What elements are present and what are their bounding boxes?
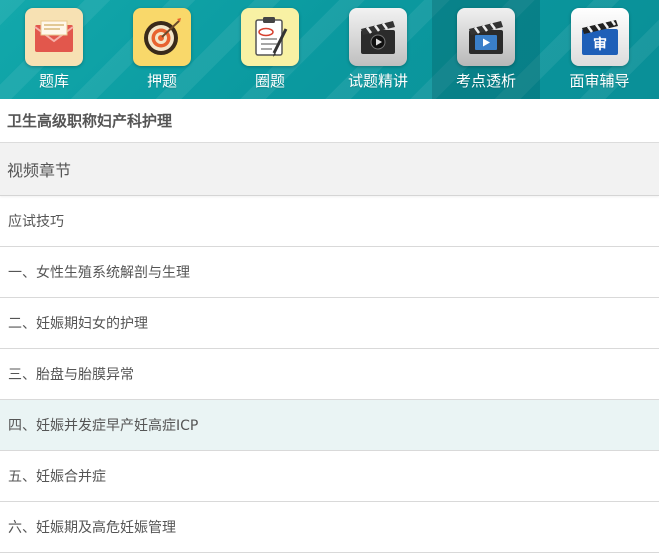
nav-list: 题库 押题 圈题 试题精讲 考点透析 审 面审辅导: [0, 0, 659, 99]
section-header-video-chapters: 视频章节: [0, 143, 659, 196]
target-icon: [133, 8, 191, 66]
chapter-item-exam-skills[interactable]: 应试技巧: [0, 196, 659, 247]
nav-label: 面审辅导: [569, 72, 630, 90]
chapter-item-5[interactable]: 五、妊娠合并症: [0, 451, 659, 502]
chapter-item-6[interactable]: 六、妊娠期及高危妊娠管理: [0, 502, 659, 553]
nav-label: 圈题: [254, 72, 285, 90]
chapter-item-2[interactable]: 二、妊娠期妇女的护理: [0, 298, 659, 349]
top-navigation-bar: 题库 押题 圈题 试题精讲 考点透析 审 面审辅导: [0, 0, 659, 99]
envelope-icon: [25, 8, 83, 66]
chapter-item-1[interactable]: 一、女性生殖系统解剖与生理: [0, 247, 659, 298]
course-title: 卫生高级职称妇产科护理: [0, 99, 659, 143]
nav-label: 题库: [38, 72, 69, 90]
nav-item-question-bank[interactable]: 题库: [0, 0, 108, 99]
chapter-item-4[interactable]: 四、妊娠并发症早产妊高症ICP: [0, 400, 659, 451]
nav-item-circled-questions[interactable]: 圈题: [216, 0, 324, 99]
video-clapper-icon: [457, 8, 515, 66]
chapter-list: 应试技巧 一、女性生殖系统解剖与生理 二、妊娠期妇女的护理 三、胎盘与胎膜异常 …: [0, 196, 659, 553]
shen-glyph: 审: [593, 36, 607, 53]
chapter-item-3[interactable]: 三、胎盘与胎膜异常: [0, 349, 659, 400]
clipboard-icon: [241, 8, 299, 66]
nav-item-key-point-analysis[interactable]: 考点透析: [432, 0, 540, 99]
nav-item-predicted-questions[interactable]: 押题: [108, 0, 216, 99]
film-reel-icon: [349, 8, 407, 66]
nav-label: 试题精讲: [347, 72, 408, 90]
nav-label: 押题: [146, 72, 177, 90]
clapperboard-shen-icon: 审: [570, 8, 629, 66]
nav-label: 考点透析: [455, 72, 516, 90]
nav-item-question-lectures[interactable]: 试题精讲: [324, 0, 432, 99]
nav-item-interview-coaching[interactable]: 审 面审辅导: [540, 0, 659, 99]
